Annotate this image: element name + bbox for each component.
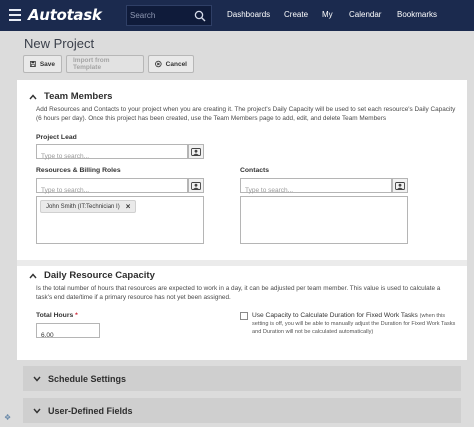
import-from-template-button[interactable]: Import from Template <box>66 55 144 73</box>
cancel-button[interactable]: Cancel <box>148 55 194 73</box>
resource-chip-label: John Smith (IT:Technician I) <box>46 203 120 210</box>
address-book-icon <box>191 147 201 156</box>
project-lead-input[interactable] <box>37 150 187 163</box>
resources-roles-lookup-button[interactable] <box>188 178 204 193</box>
save-label: Save <box>39 60 55 68</box>
resource-chip: John Smith (IT:Technician I) × <box>40 200 137 213</box>
daily-capacity-title: Daily Resource Capacity <box>44 270 155 281</box>
app-logo[interactable]: Autotask <box>28 6 102 24</box>
contacts-selected-list <box>240 196 408 244</box>
team-members-header[interactable]: Team Members <box>29 91 112 102</box>
total-hours-label-text: Total Hours <box>36 312 74 319</box>
import-label: Import from Template <box>73 57 110 71</box>
address-book-icon <box>191 181 201 190</box>
chevron-up-icon <box>29 93 37 99</box>
schedule-settings-section[interactable]: Schedule Settings <box>23 366 461 391</box>
top-navigation-bar: Autotask Dashboards Create My Calendar B… <box>0 0 474 31</box>
nav-create[interactable]: Create <box>284 10 308 19</box>
chevron-down-icon <box>33 376 41 382</box>
total-hours-label: Total Hours * <box>36 312 78 319</box>
contacts-label: Contacts <box>240 167 270 174</box>
page-toolbar: Save Import from Template Cancel <box>23 55 194 73</box>
project-form-panel: Team Members Add Resources and Contacts … <box>17 80 467 360</box>
section-divider <box>17 260 467 266</box>
chevron-up-icon <box>29 272 37 278</box>
project-lead-field[interactable] <box>36 144 188 163</box>
nav-calendar[interactable]: Calendar <box>349 10 381 19</box>
total-hours-field[interactable] <box>36 323 100 342</box>
search-input[interactable] <box>130 8 194 23</box>
help-icon[interactable]: ❖ <box>4 413 11 422</box>
menu-icon[interactable] <box>9 9 21 21</box>
page-title: New Project <box>24 36 95 51</box>
user-defined-fields-title: User-Defined Fields <box>48 405 133 416</box>
use-capacity-checkbox[interactable] <box>240 312 248 320</box>
daily-capacity-description: Is the total number of hours that resour… <box>36 285 441 301</box>
nav-bookmarks[interactable]: Bookmarks <box>397 10 437 19</box>
project-lead-lookup-button[interactable] <box>188 144 204 159</box>
remove-chip-icon[interactable]: × <box>126 202 131 211</box>
project-lead-label: Project Lead <box>36 134 77 141</box>
address-book-icon <box>395 181 405 190</box>
resources-roles-field[interactable] <box>36 178 188 197</box>
user-defined-fields-section[interactable]: User-Defined Fields <box>23 398 461 423</box>
resources-roles-label: Resources & Billing Roles <box>36 167 121 174</box>
nav-my[interactable]: My <box>322 10 333 19</box>
required-marker: * <box>75 312 78 319</box>
contacts-field[interactable] <box>240 178 392 197</box>
total-hours-input[interactable] <box>37 329 99 342</box>
global-search[interactable] <box>126 5 212 26</box>
cancel-label: Cancel <box>165 60 187 68</box>
schedule-settings-title: Schedule Settings <box>48 373 127 384</box>
use-capacity-label: Use Capacity to Calculate Duration for F… <box>252 312 418 319</box>
team-members-description: Add Resources and Contacts to your proje… <box>36 106 456 122</box>
search-icon[interactable] <box>194 10 206 22</box>
cancel-icon <box>155 60 162 68</box>
contacts-lookup-button[interactable] <box>392 178 408 193</box>
use-capacity-text: Use Capacity to Calculate Duration for F… <box>252 312 457 336</box>
nav-dashboards[interactable]: Dashboards <box>227 10 270 19</box>
daily-capacity-header[interactable]: Daily Resource Capacity <box>29 270 155 281</box>
save-button[interactable]: Save <box>23 55 62 73</box>
team-members-title: Team Members <box>44 91 113 102</box>
save-icon <box>30 61 36 67</box>
resources-selected-list: John Smith (IT:Technician I) × <box>36 196 204 244</box>
chevron-down-icon <box>33 408 41 414</box>
